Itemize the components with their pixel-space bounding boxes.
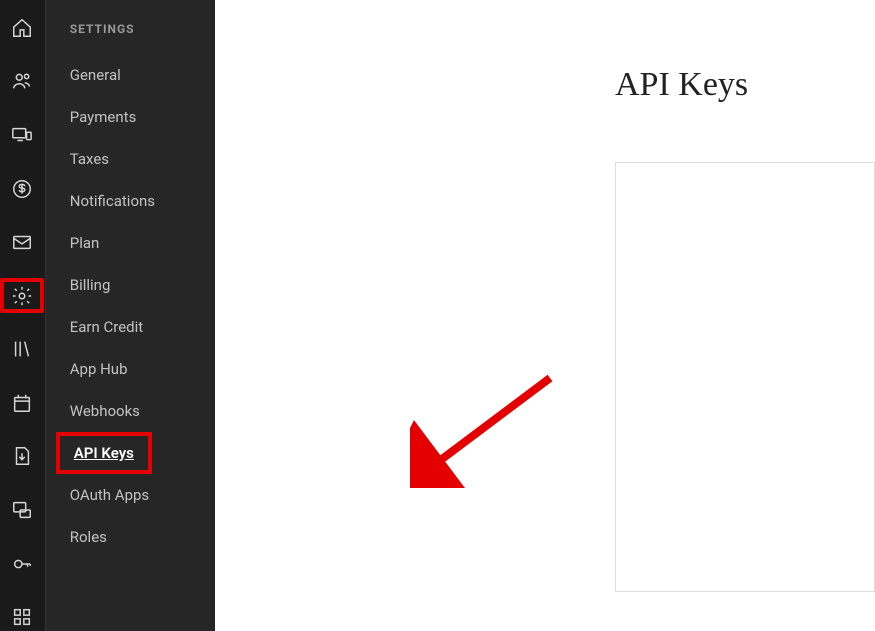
sidebar-item-notifications[interactable]: Notifications: [70, 180, 215, 222]
settings-icon[interactable]: [0, 278, 44, 314]
content-panel: [615, 162, 875, 592]
icon-rail: [0, 0, 46, 631]
sidebar-item-app-hub[interactable]: App Hub: [70, 348, 215, 390]
mail-icon[interactable]: [4, 228, 40, 256]
people-icon[interactable]: [4, 68, 40, 96]
sidebar-item-webhooks[interactable]: Webhooks: [70, 390, 215, 432]
main-content: API Keys: [215, 0, 875, 631]
sidebar-item-taxes[interactable]: Taxes: [70, 138, 215, 180]
chat-icon[interactable]: [4, 496, 40, 524]
sidebar-item-api-keys[interactable]: API Keys: [56, 432, 152, 474]
sidebar-item-billing[interactable]: Billing: [70, 264, 215, 306]
sidebar-item-earn-credit[interactable]: Earn Credit: [70, 306, 215, 348]
library-icon[interactable]: [4, 335, 40, 363]
sidebar-item-roles[interactable]: Roles: [70, 516, 215, 558]
home-icon[interactable]: [4, 14, 40, 42]
download-icon[interactable]: [4, 443, 40, 471]
sidebar-item-oauth-apps[interactable]: OAuth Apps: [70, 474, 215, 516]
page-title: API Keys: [615, 66, 875, 104]
settings-sidepanel: SETTINGS General Payments Taxes Notifica…: [46, 0, 215, 631]
dollar-icon[interactable]: [4, 175, 40, 203]
sidebar-item-general[interactable]: General: [70, 54, 215, 96]
key-icon[interactable]: [4, 550, 40, 578]
devices-icon[interactable]: [4, 121, 40, 149]
calendar-icon[interactable]: [4, 389, 40, 417]
sidebar-item-plan[interactable]: Plan: [70, 222, 215, 264]
apps-icon[interactable]: [4, 603, 40, 631]
sidebar-item-payments[interactable]: Payments: [70, 96, 215, 138]
settings-section-label: SETTINGS: [70, 22, 215, 36]
annotation-arrow-icon: [410, 368, 570, 488]
